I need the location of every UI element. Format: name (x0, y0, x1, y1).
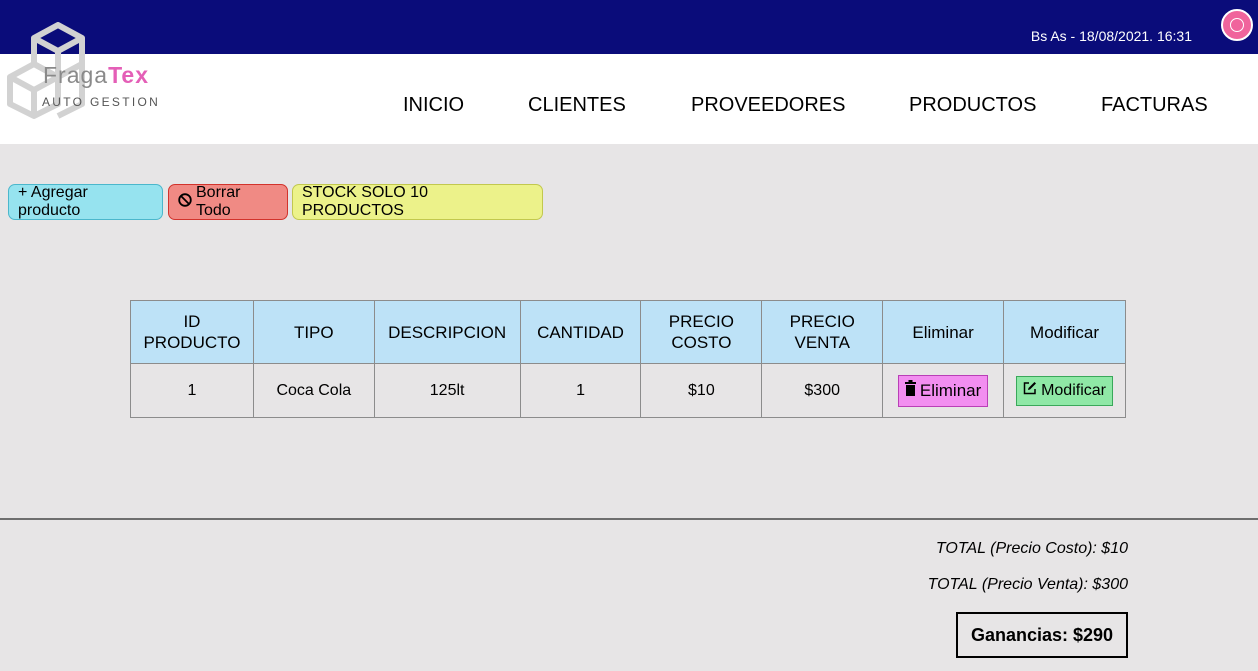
cell-id: 1 (130, 363, 254, 418)
logout-button[interactable] (1221, 9, 1253, 41)
nav-productos[interactable]: PRODUCTOS (909, 94, 1036, 117)
cell-modificar: Modificar (1003, 363, 1126, 418)
logo-subtitle: AUTO GESTION (42, 95, 161, 109)
cell-precio-venta: $300 (761, 363, 884, 418)
col-header-precio-venta: PRECIO VENTA (761, 300, 884, 364)
col-header-id: ID PRODUCTO (130, 300, 254, 364)
add-product-label: + Agregar producto (18, 184, 88, 219)
trash-icon (904, 380, 916, 401)
col-header-descripcion: DESCRIPCION (373, 300, 521, 364)
nav-facturas[interactable]: FACTURAS (1101, 94, 1208, 117)
profit-total: Ganancias: $290 (956, 612, 1128, 658)
prohibited-icon (178, 192, 192, 212)
cell-cantidad: 1 (519, 363, 642, 418)
stock-limit-button[interactable]: STOCK SOLO 10 PRODUCTOS (292, 184, 543, 220)
datetime-label: Bs As - 18/08/2021. 16:31 (1030, 28, 1192, 44)
cell-precio-costo: $10 (640, 363, 763, 418)
total-sale: TOTAL (Precio Venta): $300 (927, 576, 1128, 593)
delete-product-label: Eliminar (919, 380, 982, 400)
table-row: 1 Coca Cola 125lt 1 $10 $300 Eliminar Mo… (130, 363, 1126, 418)
nav-bar: INICIO CLIENTES PROVEEDORES PRODUCTOS FA… (0, 54, 1258, 144)
edit-icon (1023, 381, 1037, 400)
clear-all-label: Borrar Todo (196, 184, 241, 219)
total-cost: TOTAL (Precio Costo): $10 (935, 540, 1128, 557)
logo[interactable]: FragaTex AUTO GESTION (6, 22, 176, 122)
cell-eliminar: Eliminar (882, 363, 1005, 418)
clear-all-button[interactable]: Borrar Todo (168, 184, 288, 220)
divider (0, 518, 1258, 520)
col-header-cantidad: CANTIDAD (519, 300, 642, 364)
col-header-modificar: Modificar (1003, 300, 1126, 364)
table-header-row: ID PRODUCTO TIPO DESCRIPCION CANTIDAD PRE… (130, 300, 1126, 364)
stock-limit-label: STOCK SOLO 10 PRODUCTOS (302, 184, 428, 219)
cell-descripcion: 125lt (373, 363, 521, 418)
col-header-eliminar: Eliminar (882, 300, 1005, 364)
col-header-precio-costo: PRECIO COSTO (640, 300, 763, 364)
edit-product-button[interactable]: Modificar (1016, 375, 1113, 406)
delete-product-button[interactable]: Eliminar (897, 374, 989, 407)
nav-inicio[interactable]: INICIO (403, 94, 464, 117)
edit-product-label: Modificar (1041, 381, 1106, 399)
logo-name: FragaTex (43, 62, 150, 88)
products-table: ID PRODUCTO TIPO DESCRIPCION CANTIDAD PRE… (130, 300, 1126, 418)
col-header-tipo: TIPO (252, 300, 375, 364)
nav-clientes[interactable]: CLIENTES (528, 94, 626, 117)
power-icon (1230, 18, 1244, 32)
nav-proveedores[interactable]: PROVEEDORES (691, 94, 845, 117)
top-bar: Bs As - 18/08/2021. 16:31 (0, 0, 1258, 54)
add-product-button[interactable]: + Agregar producto (8, 184, 163, 220)
cell-tipo: Coca Cola (252, 363, 375, 418)
